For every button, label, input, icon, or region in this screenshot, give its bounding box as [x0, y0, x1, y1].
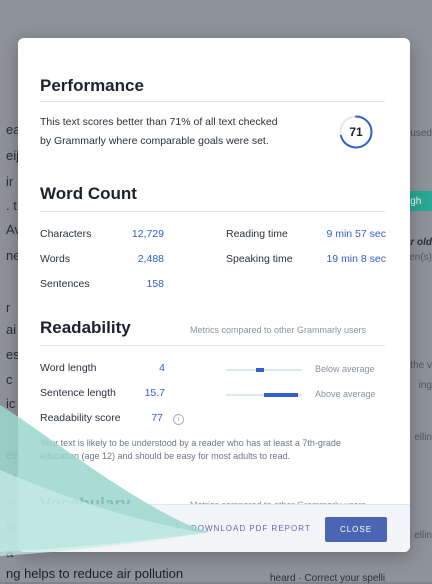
- performance-modal: Performance This text scores better than…: [18, 38, 410, 552]
- readability-note-line1: Your text is likely to be understood by …: [40, 438, 341, 448]
- readability-note-line2: education (age 12) and should be easy fo…: [40, 451, 291, 461]
- sentences-label: Sentences: [40, 278, 90, 290]
- close-button[interactable]: CLOSE: [325, 517, 387, 542]
- modal-footer: DOWNLOAD PDF REPORT CLOSE: [18, 504, 410, 552]
- bg-fragment: r: [6, 300, 11, 315]
- performance-description-line2: by Grammarly where comparable goals were…: [40, 135, 269, 147]
- download-icon: [172, 523, 182, 533]
- speaking-time-label: Speaking time: [226, 253, 293, 265]
- word-length-status: Below average: [315, 364, 375, 374]
- characters-value: 12,729: [131, 228, 164, 240]
- divider: [40, 101, 385, 102]
- reading-time-value: 9 min 57 sec: [326, 228, 386, 240]
- speaking-time-value: 19 min 8 sec: [326, 253, 386, 265]
- bg-fragment: e: [6, 495, 14, 510]
- words-value: 2,488: [137, 253, 164, 265]
- bg-bottom-suggestion: heard · Correct your spelli: [270, 573, 386, 584]
- bg-fragment: en(s): [409, 252, 432, 263]
- bg-fragment: ai: [6, 322, 17, 337]
- bg-fragment: used: [410, 128, 432, 139]
- bg-fragment: ellin: [414, 432, 432, 443]
- bg-fragment: . t: [6, 470, 17, 485]
- sentence-length-marker: [264, 393, 298, 397]
- performance-score-value: 71: [349, 125, 363, 139]
- readability-subtitle: Metrics compared to other Grammarly user…: [190, 325, 367, 335]
- bg-fragment: ic: [6, 396, 16, 411]
- sentence-length-bar: [226, 393, 302, 397]
- divider: [40, 345, 385, 346]
- readability-title: Readability: [40, 318, 131, 337]
- performance-score-ring: 71: [338, 114, 374, 150]
- bg-fragment: the v: [410, 360, 432, 371]
- word-length-label: Word length: [40, 362, 97, 374]
- download-pdf-button[interactable]: DOWNLOAD PDF REPORT: [171, 522, 311, 534]
- divider: [40, 211, 385, 212]
- bg-bottom-sentence: ng helps to reduce air pollution: [6, 566, 184, 581]
- characters-label: Characters: [40, 228, 92, 240]
- sentence-length-status: Above average: [315, 389, 376, 399]
- performance-title: Performance: [40, 76, 144, 95]
- word-length-marker: [256, 368, 264, 372]
- word-length-bar: [226, 368, 302, 372]
- bg-fragment: ir: [6, 174, 14, 189]
- bg-fragment: c: [6, 372, 13, 387]
- bg-fragment: ellin: [414, 530, 432, 541]
- words-label: Words: [40, 253, 71, 265]
- sentence-length-label: Sentence length: [40, 387, 116, 399]
- readability-score-value: 77: [151, 412, 163, 424]
- word-count-title: Word Count: [40, 184, 137, 203]
- performance-description-line1: This text scores better than 71% of all …: [40, 116, 278, 128]
- sentences-value: 158: [146, 278, 164, 290]
- bg-fragment: le: [6, 520, 17, 535]
- info-icon[interactable]: i: [173, 414, 184, 425]
- readability-score-label: Readability score: [40, 412, 121, 424]
- sentence-length-value: 15.7: [144, 387, 165, 399]
- bg-fragment: . t: [6, 198, 17, 213]
- reading-time-label: Reading time: [226, 228, 288, 240]
- bg-fragment: ing: [418, 380, 432, 391]
- bg-fragment: a: [6, 545, 14, 560]
- download-pdf-label: DOWNLOAD PDF REPORT: [191, 523, 311, 533]
- word-length-value: 4: [159, 362, 165, 374]
